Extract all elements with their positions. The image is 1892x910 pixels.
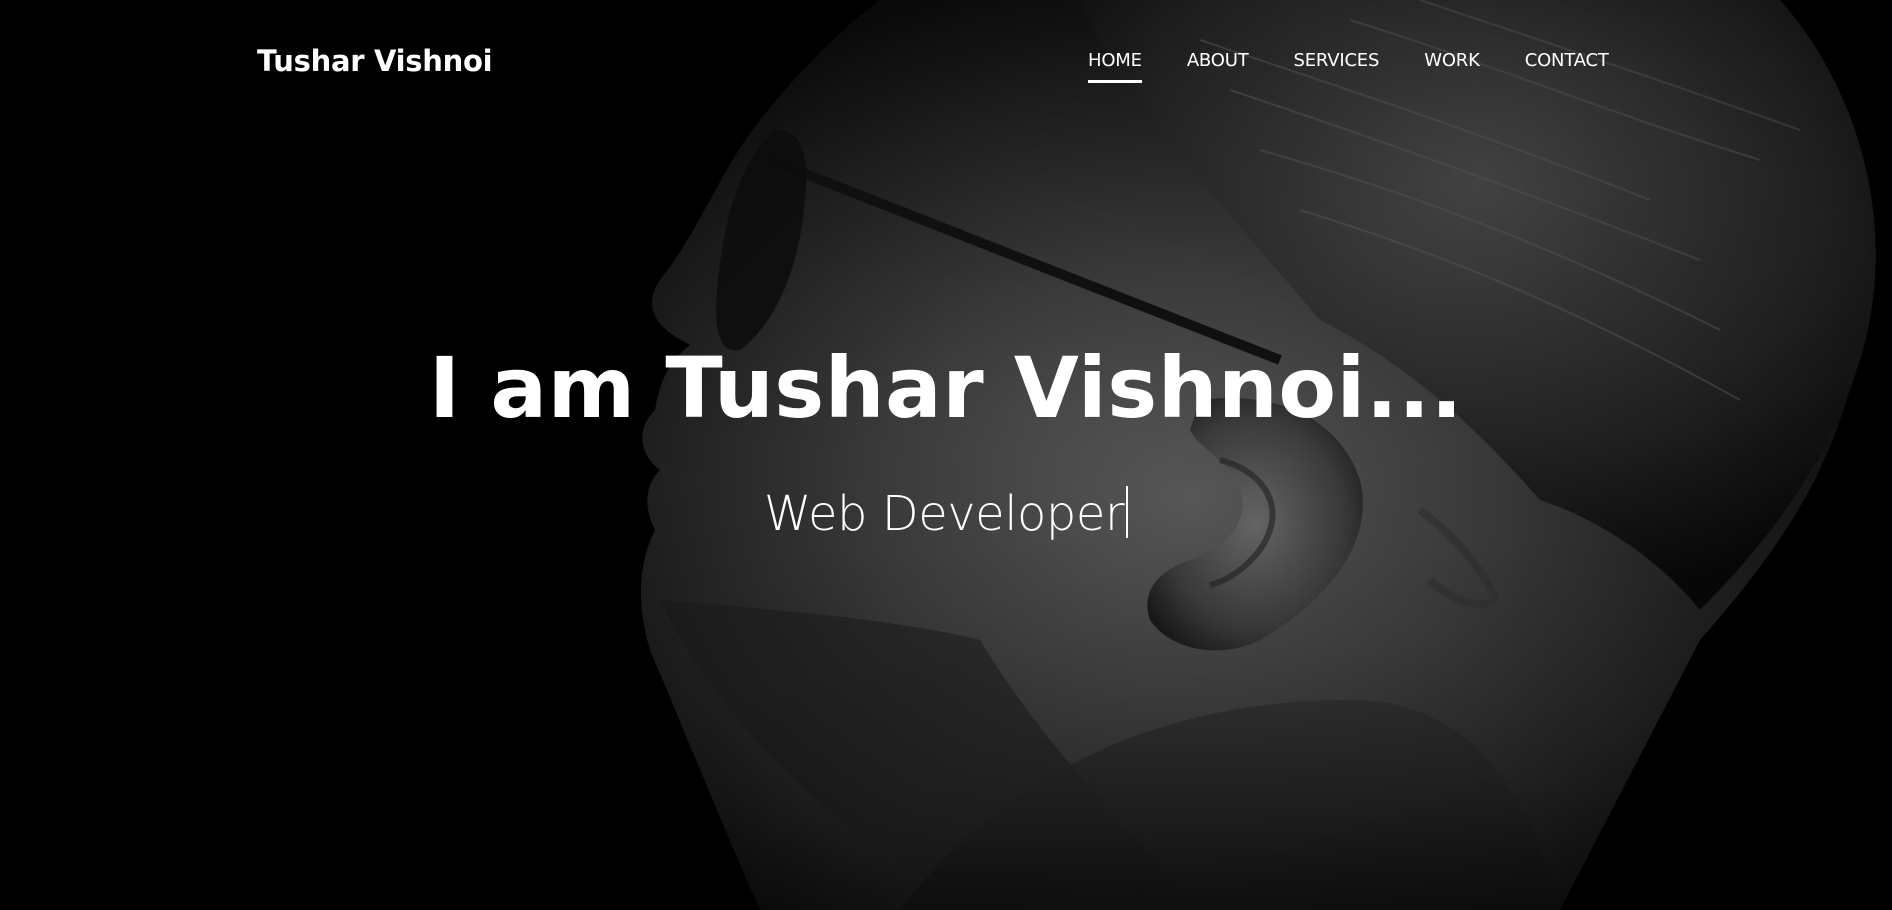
- nav-link-work[interactable]: WORK: [1424, 50, 1480, 80]
- nav-link-contact[interactable]: CONTACT: [1525, 50, 1609, 80]
- portrait-silhouette: [0, 0, 1892, 910]
- nav-item-contact: CONTACT: [1525, 50, 1609, 83]
- nav-link-about[interactable]: ABOUT: [1187, 50, 1249, 80]
- nav-item-work: WORK: [1424, 50, 1480, 83]
- hero-subline: Web Developer: [763, 486, 1125, 542]
- hero-section: Tushar Vishnoi HOME ABOUT SERVICES WORK …: [0, 0, 1892, 910]
- nav-link-services[interactable]: SERVICES: [1294, 50, 1380, 80]
- hero-headline: I am Tushar Vishnoi...: [428, 339, 1464, 437]
- nav-item-services: SERVICES: [1294, 50, 1380, 83]
- nav-item-home: HOME: [1088, 50, 1142, 83]
- hero-background-photo: [0, 0, 1892, 910]
- hero-subline-wrapper: Web Developer: [0, 486, 1892, 541]
- nav-item-about: ABOUT: [1187, 50, 1249, 83]
- nav-link-home[interactable]: HOME: [1088, 50, 1142, 83]
- brand-logo[interactable]: Tushar Vishnoi: [257, 44, 493, 78]
- top-navbar: Tushar Vishnoi HOME ABOUT SERVICES WORK …: [0, 0, 1892, 124]
- nav-menu: HOME ABOUT SERVICES WORK CONTACT: [1088, 50, 1609, 83]
- typing-cursor: [1126, 486, 1129, 538]
